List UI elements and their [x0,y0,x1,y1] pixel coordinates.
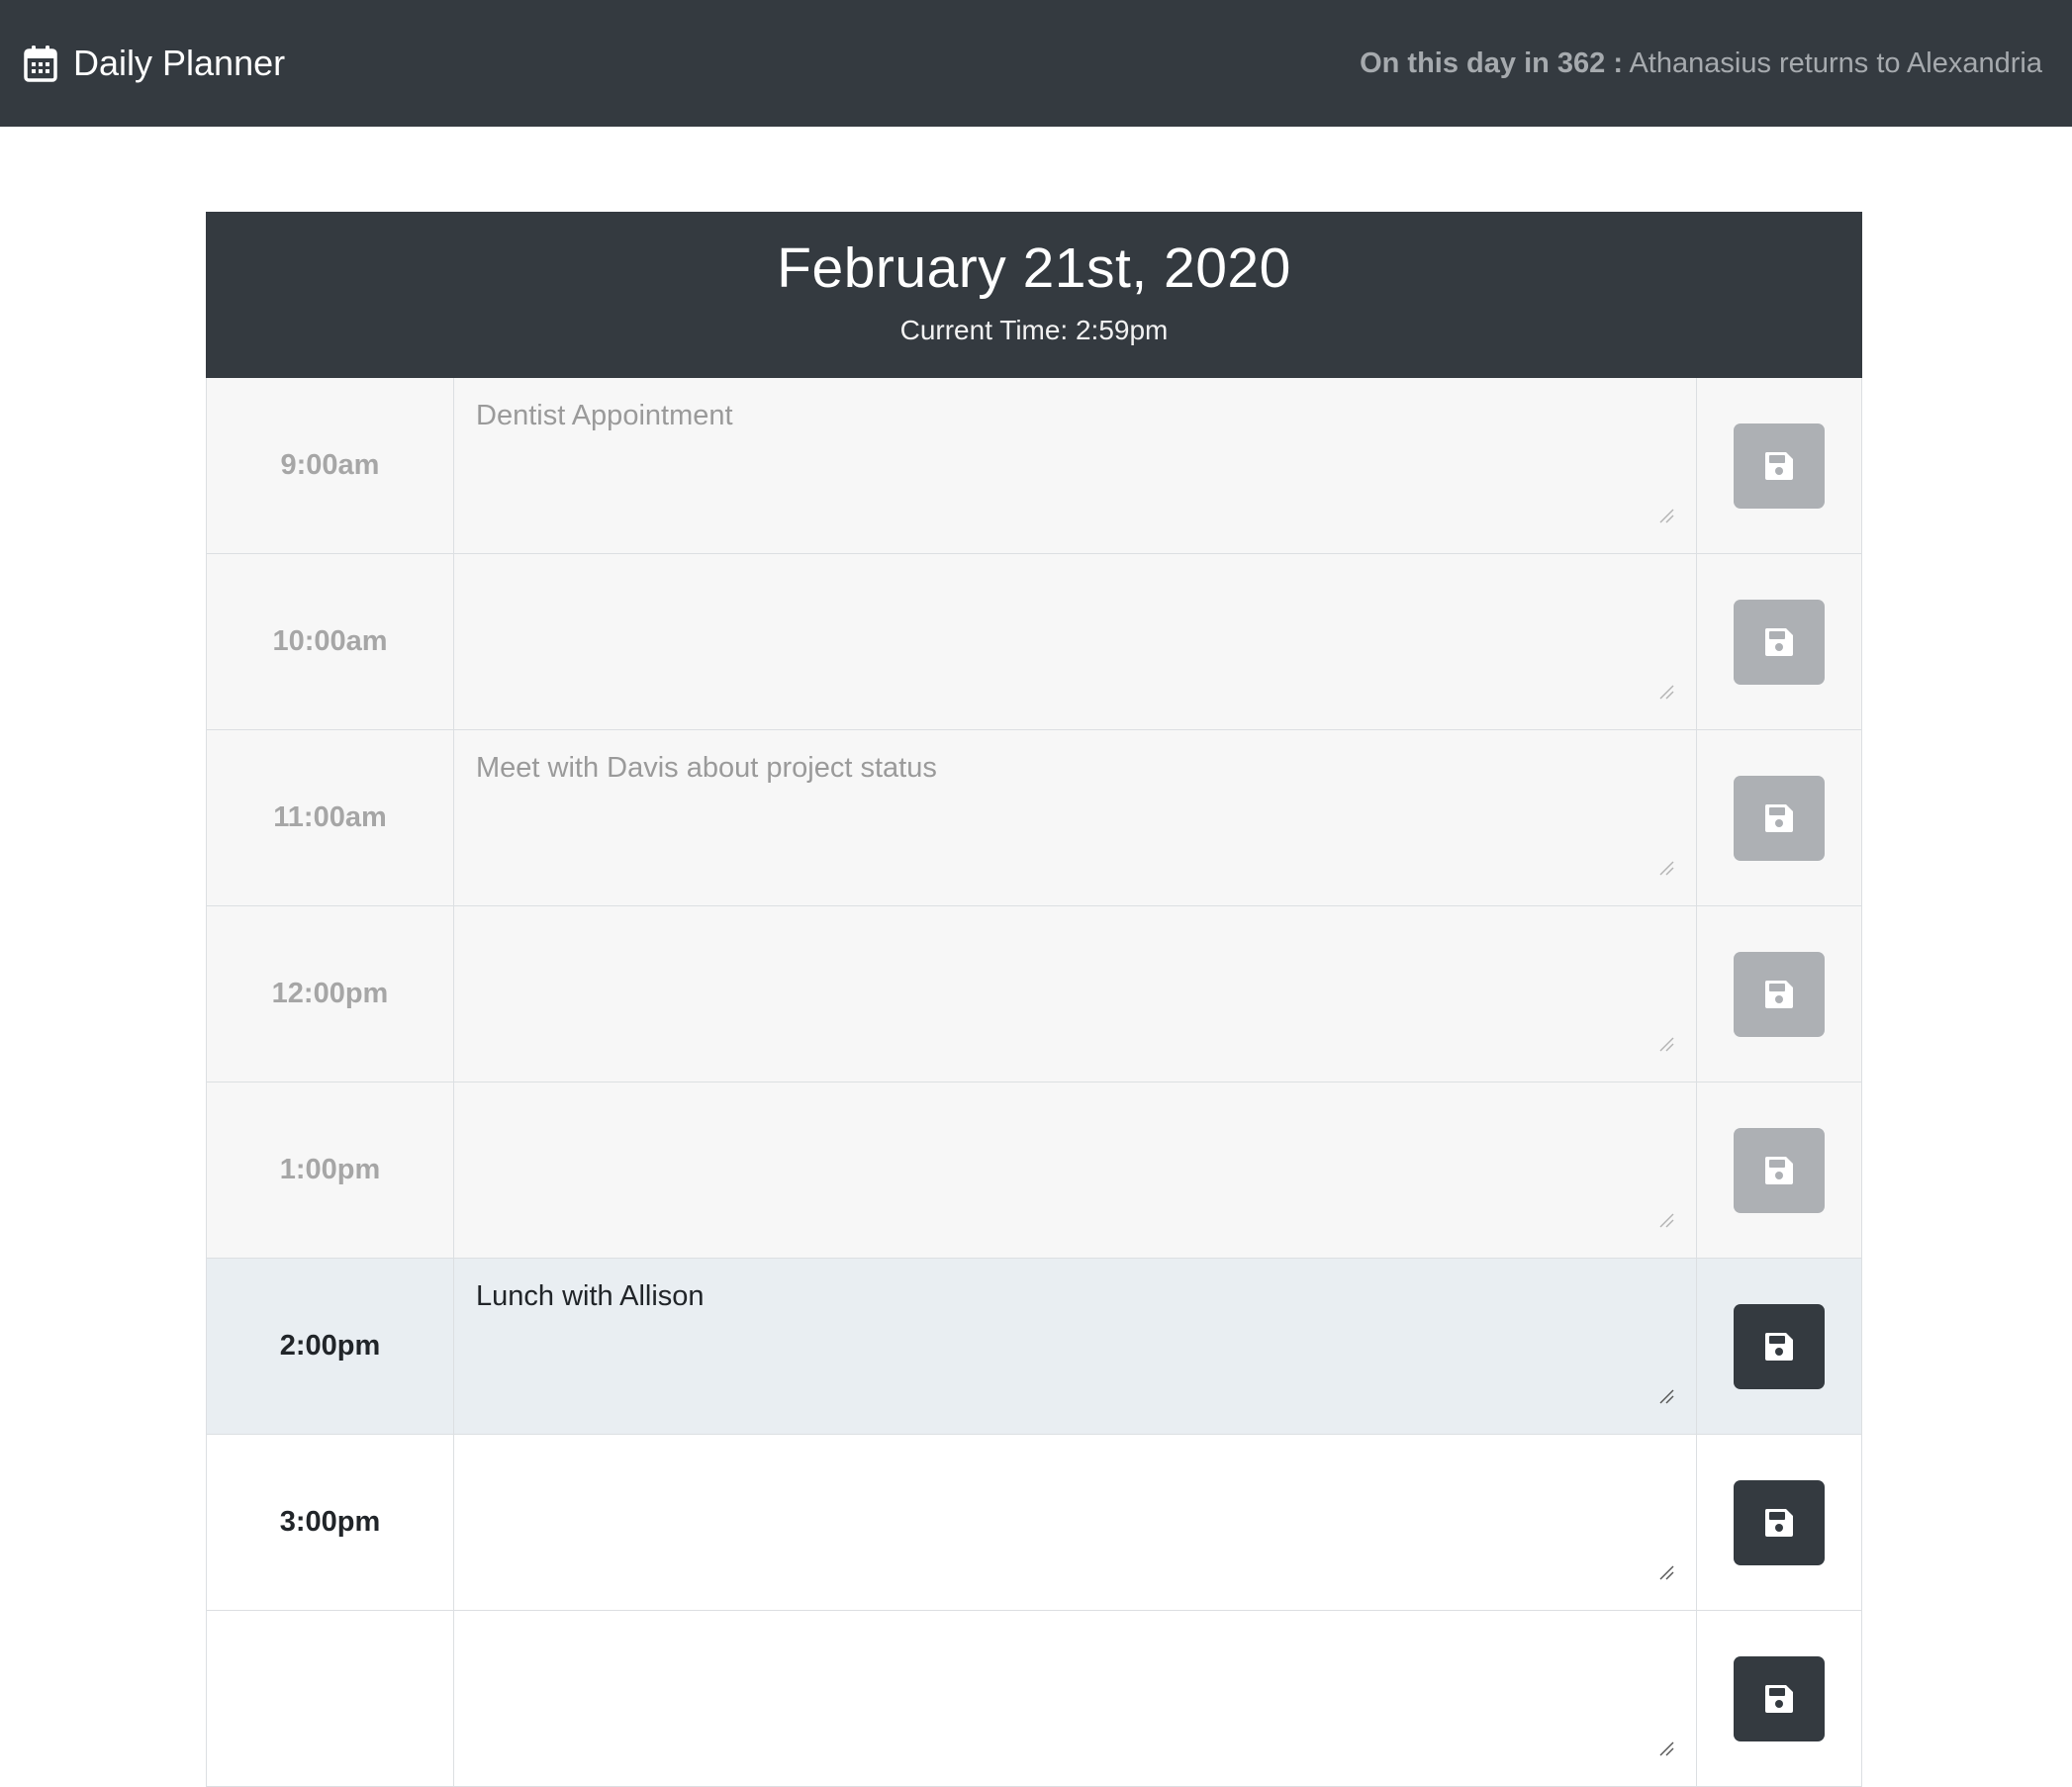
floppy-disk-icon [1762,449,1796,483]
resize-handle-icon[interactable] [1658,1740,1674,1756]
floppy-disk-icon [1762,625,1796,659]
save-button[interactable] [1734,423,1825,509]
hour-label: 12:00pm [207,906,454,1082]
hour-label: 1:00pm [207,1082,454,1258]
event-description-input[interactable]: Lunch with Allison [454,1259,1697,1434]
save-button[interactable] [1734,1127,1825,1213]
resize-handle-icon[interactable] [1658,1036,1674,1052]
time-block-row: 12:00pm [206,906,1862,1082]
event-description-input[interactable] [454,1082,1697,1258]
floppy-disk-icon [1762,978,1796,1011]
save-button[interactable] [1734,951,1825,1037]
time-block-row: 10:00am [206,554,1862,730]
time-block-row: 1:00pm [206,1082,1862,1259]
top-navbar: Daily Planner On this day in 362 : Athan… [0,0,2072,127]
brand[interactable]: Daily Planner [24,43,285,84]
time-block-row [206,1611,1862,1787]
event-description-input[interactable] [454,1611,1697,1786]
floppy-disk-icon [1762,1682,1796,1716]
event-description-input[interactable] [454,1435,1697,1610]
hour-label: 3:00pm [207,1435,454,1610]
save-button[interactable] [1734,1479,1825,1565]
save-cell [1697,1259,1861,1434]
floppy-disk-icon [1762,1154,1796,1187]
floppy-disk-icon [1762,1330,1796,1364]
resize-handle-icon[interactable] [1658,508,1674,523]
planner: February 21st, 2020 Current Time: 2:59pm… [206,212,1862,1787]
resize-handle-icon[interactable] [1658,1212,1674,1228]
time-block-row: 3:00pm [206,1435,1862,1611]
save-button[interactable] [1734,1655,1825,1741]
floppy-disk-icon [1762,1506,1796,1540]
current-time: Current Time: 2:59pm [899,314,1169,345]
floppy-disk-icon [1762,801,1796,835]
time-block-row: 9:00am Dentist Appointment [206,378,1862,554]
resize-handle-icon[interactable] [1658,1388,1674,1404]
resize-handle-icon[interactable] [1658,860,1674,876]
on-this-day-label: On this day in 362 : [1360,47,1623,79]
current-date: February 21st, 2020 [777,236,1291,300]
save-cell [1697,730,1861,905]
event-description-input[interactable] [454,554,1697,729]
resize-handle-icon[interactable] [1658,1564,1674,1580]
save-button[interactable] [1734,1303,1825,1389]
resize-handle-icon[interactable] [1658,684,1674,700]
save-button[interactable] [1734,775,1825,861]
hour-label: 10:00am [207,554,454,729]
event-description-input[interactable]: Dentist Appointment [454,378,1697,553]
save-cell [1697,1435,1861,1610]
time-block-list: 9:00am Dentist Appointment 10:00am 11:00am M… [206,378,1862,1787]
hour-label: 2:00pm [207,1259,454,1434]
planner-header: February 21st, 2020 Current Time: 2:59pm [206,212,1862,378]
save-button[interactable] [1734,599,1825,685]
event-description-input[interactable]: Meet with Davis about project status [454,730,1697,905]
save-cell [1697,1082,1861,1258]
event-description-text: Dentist Appointment [476,400,733,431]
save-cell [1697,554,1861,729]
calendar-icon [24,46,57,82]
save-cell [1697,906,1861,1082]
on-this-day: On this day in 362 : Athanasius returns … [1360,47,2042,80]
event-description-text: Lunch with Allison [476,1280,705,1312]
hour-label [207,1611,454,1786]
save-cell [1697,1611,1861,1786]
event-description-input[interactable] [454,906,1697,1082]
hour-label: 9:00am [207,378,454,553]
time-block-row: 2:00pm Lunch with Allison [206,1259,1862,1435]
hour-label: 11:00am [207,730,454,905]
event-description-text: Meet with Davis about project status [476,752,937,784]
save-cell [1697,378,1861,553]
on-this-day-text: Athanasius returns to Alexandria [1629,47,2042,79]
time-block-row: 11:00am Meet with Davis about project sta… [206,730,1862,906]
brand-title: Daily Planner [73,43,286,83]
